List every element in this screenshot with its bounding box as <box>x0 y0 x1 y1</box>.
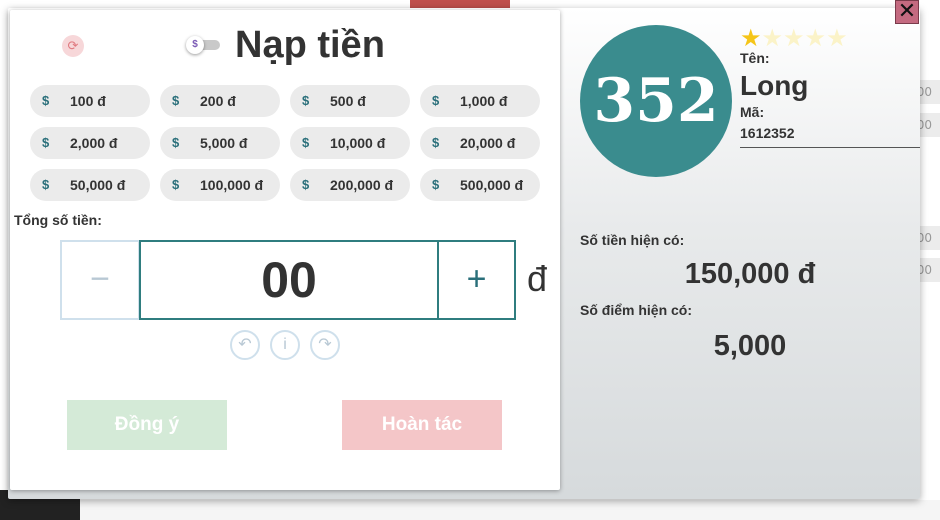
dollar-icon: $ <box>432 93 440 108</box>
code-label: Mã: <box>740 104 765 120</box>
dollar-icon: $ <box>432 177 440 192</box>
star-icon: ★ <box>826 25 848 52</box>
increase-button[interactable]: + <box>437 240 516 320</box>
balance-value: 150,000 đ <box>684 258 816 290</box>
amount-label: 50,000 đ <box>70 177 126 193</box>
dollar-icon: $ <box>172 135 180 150</box>
amount-button[interactable]: $200,000 đ <box>290 169 410 201</box>
amount-button[interactable]: $500,000 đ <box>420 169 540 201</box>
points-value: 5,000 <box>713 330 787 362</box>
amount-button[interactable]: $500 đ <box>290 85 410 117</box>
amount-label: 500 đ <box>330 93 366 109</box>
amount-button[interactable]: $50,000 đ <box>30 169 150 201</box>
dollar-icon: $ <box>432 135 440 150</box>
amount-input[interactable]: 00 <box>139 240 439 320</box>
total-label: Tổng số tiền: <box>14 212 102 228</box>
dollar-icon: $ <box>302 135 310 150</box>
rating-stars: ★★★★★ <box>740 24 848 53</box>
confirm-button[interactable]: Đồng ý <box>67 400 227 450</box>
amount-label: 5,000 đ <box>200 135 248 151</box>
amount-label: 500,000 đ <box>460 177 524 193</box>
amount-label: 200 đ <box>200 93 236 109</box>
dollar-icon: $ <box>172 93 180 108</box>
amount-button[interactable]: $5,000 đ <box>160 127 280 159</box>
decrease-button[interactable]: − <box>60 240 140 320</box>
name-value: Long <box>740 70 809 101</box>
star-icon: ★ <box>783 25 805 52</box>
star-icon: ★ <box>761 25 784 52</box>
amount-button[interactable]: $200 đ <box>160 85 280 117</box>
name-label: Tên: <box>740 50 770 66</box>
background-footer <box>80 500 940 520</box>
refresh-icon[interactable]: ⟳ <box>62 35 84 57</box>
code-value: 1612352 <box>740 125 920 148</box>
dollar-icon: $ <box>42 135 50 150</box>
dollar-icon: $ <box>302 177 310 192</box>
dollar-icon: $ <box>42 93 50 108</box>
amount-button[interactable]: $100 đ <box>30 85 150 117</box>
amount-button[interactable]: $1,000 đ <box>420 85 540 117</box>
dollar-icon: $ <box>42 177 50 192</box>
star-icon: ★ <box>804 25 827 52</box>
amount-label: 200,000 đ <box>330 177 394 193</box>
amount-label: 10,000 đ <box>330 135 386 151</box>
balance-label: Số tiền hiện có: <box>580 232 685 248</box>
info-icon[interactable]: i <box>270 330 300 360</box>
amount-label: 20,000 đ <box>460 135 516 151</box>
avatar: 352 <box>580 25 732 177</box>
undo-icon[interactable]: ↶ <box>230 330 260 360</box>
amount-label: 2,000 đ <box>70 135 118 151</box>
star-icon: ★ <box>740 25 762 52</box>
close-icon[interactable]: ✕ <box>895 0 919 24</box>
dollar-icon: $ <box>172 177 180 192</box>
amount-label: 100 đ <box>70 93 106 109</box>
redo-icon[interactable]: ↷ <box>310 330 340 360</box>
amount-button[interactable]: $10,000 đ <box>290 127 410 159</box>
dollar-icon: $ <box>302 93 310 108</box>
amount-button[interactable]: $20,000 đ <box>420 127 540 159</box>
cancel-button[interactable]: Hoàn tác <box>342 400 502 450</box>
amount-button[interactable]: $2,000 đ <box>30 127 150 159</box>
dollar-icon: $ <box>186 36 204 54</box>
amount-button[interactable]: $100,000 đ <box>160 169 280 201</box>
currency-toggle[interactable]: $ <box>186 36 220 54</box>
amount-label: 1,000 đ <box>460 93 508 109</box>
dialog-title: Nạp tiền <box>235 24 385 66</box>
points-label: Số điểm hiện có: <box>580 302 693 318</box>
amount-label: 100,000 đ <box>200 177 264 193</box>
currency-symbol: đ <box>527 258 548 299</box>
